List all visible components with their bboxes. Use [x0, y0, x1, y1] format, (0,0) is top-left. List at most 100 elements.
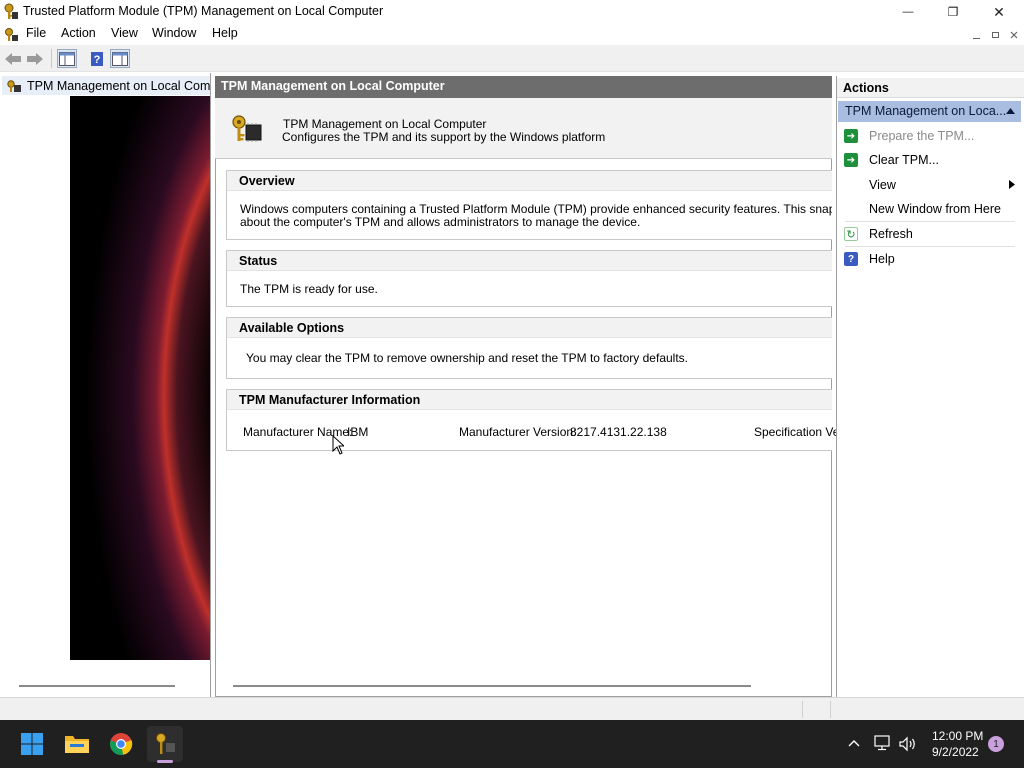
actions-heading: Actions [837, 78, 1024, 98]
action-help-label: Help [869, 252, 895, 266]
taskbar-tpm-mmc[interactable] [147, 726, 183, 762]
maximize-button[interactable]: ❐ [930, 0, 976, 24]
restore-icon: ❐ [947, 5, 959, 19]
forward-arrow-icon [27, 52, 43, 65]
mdi-close-icon [1010, 31, 1018, 39]
menu-file[interactable]: File [26, 26, 46, 40]
clock-date[interactable]: 9/2/2022 [932, 745, 979, 759]
show-hide-tree-button[interactable] [57, 49, 77, 68]
mdi-restore-button[interactable] [987, 28, 1003, 42]
mdi-minimize-button[interactable] [968, 28, 984, 42]
mdi-close-button[interactable] [1006, 28, 1022, 42]
manufacturer-section: TPM Manufacturer Information Manufacture… [226, 389, 839, 451]
chrome-icon [110, 733, 133, 755]
start-button[interactable] [14, 726, 50, 762]
green-arrow-icon: ➔ [844, 153, 858, 167]
active-app-indicator [157, 760, 173, 763]
available-options-text: You may clear the TPM to remove ownershi… [246, 351, 688, 365]
status-section: Status The TPM is ready for use. [226, 250, 832, 307]
toolbar-separator [51, 49, 52, 68]
manufacturer-heading: TPM Manufacturer Information [227, 390, 832, 410]
volume-icon[interactable] [899, 736, 917, 752]
minimize-button[interactable]: — [885, 0, 931, 24]
notification-count: 1 [993, 738, 999, 750]
window-title: Trusted Platform Module (TPM) Management… [23, 4, 384, 18]
back-button[interactable] [3, 49, 23, 68]
help-icon: ? [844, 252, 858, 266]
action-refresh-label: Refresh [869, 227, 913, 241]
specification-version-label: Specification Ve [754, 425, 840, 439]
network-icon[interactable] [874, 735, 892, 751]
available-options-heading: Available Options [227, 318, 832, 338]
menu-window[interactable]: Window [152, 26, 196, 40]
file-explorer-icon [65, 736, 89, 753]
toolbar [0, 45, 1024, 72]
action-view-label: View [869, 178, 896, 192]
available-options-section: Available Options You may clear the TPM … [226, 317, 832, 379]
submenu-arrow-icon [1009, 180, 1015, 189]
collapse-up-icon [1006, 108, 1015, 114]
svg-text:?: ? [94, 54, 101, 66]
center-info-banner: TPM Management on Local Computer Configu… [215, 98, 832, 159]
app-key-icon [3, 3, 19, 21]
status-bar-divider [802, 701, 803, 718]
status-text: The TPM is ready for use. [240, 282, 378, 296]
forward-button[interactable] [25, 49, 45, 68]
action-help[interactable]: ? Help [838, 247, 1021, 271]
action-prepare-tpm-label: Prepare the TPM... [869, 129, 975, 143]
center-header: TPM Management on Local Computer [215, 76, 832, 98]
action-clear-tpm-label: Clear TPM... [869, 153, 939, 167]
action-new-window-label: New Window from Here [869, 202, 1001, 216]
center-horizontal-scrollbar[interactable] [233, 685, 751, 687]
tpm-key-chip-icon [229, 114, 263, 144]
overview-text-line-2: about the computer's TPM and allows admi… [240, 215, 641, 229]
overview-section: Overview Windows computers containing a … [226, 170, 832, 240]
clock-time[interactable]: 12:00 PM [932, 729, 983, 743]
tree-horizontal-scrollbar[interactable] [19, 685, 175, 687]
mouse-cursor-icon [332, 435, 344, 455]
console-tree-icon [59, 51, 75, 66]
title-bar: Trusted Platform Module (TPM) Management… [0, 0, 1024, 24]
menu-view[interactable]: View [111, 26, 138, 40]
actions-group-label: TPM Management on Loca... [845, 104, 1007, 118]
manufacturer-name-value: IBM [347, 425, 369, 439]
mdi-restore-icon [991, 32, 999, 38]
tree-item-label: TPM Management on Local Comp [27, 78, 210, 93]
refresh-icon: ↻ [844, 227, 858, 241]
overview-heading: Overview [227, 171, 832, 191]
actions-group-header[interactable]: TPM Management on Loca... [838, 101, 1021, 122]
show-hide-action-pane-button[interactable] [110, 49, 130, 68]
info-title: TPM Management on Local Computer [283, 117, 487, 131]
action-clear-tpm[interactable]: ➔ Clear TPM... [838, 148, 1021, 172]
info-description: Configures the TPM and its support by th… [282, 130, 606, 144]
tpm-chip-icon [6, 79, 22, 93]
mmc-doc-icon[interactable] [3, 27, 19, 43]
mdi-minimize-icon [972, 37, 980, 39]
notification-badge[interactable]: 1 [988, 736, 1004, 752]
action-new-window[interactable]: New Window from Here [838, 197, 1021, 221]
tpm-mmc-icon [156, 733, 175, 754]
desktop-wallpaper-fragment [70, 96, 210, 660]
status-bar-divider [830, 701, 831, 718]
taskbar-file-explorer[interactable] [59, 726, 95, 762]
help-toolbar-button[interactable]: ? [87, 49, 107, 68]
action-refresh[interactable]: ↻ Refresh [838, 222, 1021, 246]
back-arrow-icon [5, 52, 21, 65]
action-view[interactable]: View [838, 173, 1021, 197]
help-book-icon: ? [91, 51, 103, 66]
show-hidden-icons-chevron-icon[interactable] [848, 739, 860, 747]
minimize-icon: — [902, 6, 914, 18]
menu-help[interactable]: Help [212, 26, 238, 40]
taskbar-chrome[interactable] [103, 726, 139, 762]
green-arrow-icon: ➔ [844, 129, 858, 143]
manufacturer-version-value: 8217.4131.22.13878 [570, 425, 667, 439]
status-heading: Status [227, 251, 832, 271]
status-bar [0, 697, 1024, 720]
windows-start-icon [21, 733, 43, 755]
action-pane-icon [112, 51, 128, 66]
close-button[interactable]: ✕ [976, 0, 1022, 24]
tree-item-tpm-management[interactable]: TPM Management on Local Comp [2, 76, 210, 95]
action-prepare-tpm[interactable]: ➔ Prepare the TPM... [838, 124, 1021, 148]
close-icon: ✕ [993, 3, 1005, 20]
menu-action[interactable]: Action [61, 26, 96, 40]
